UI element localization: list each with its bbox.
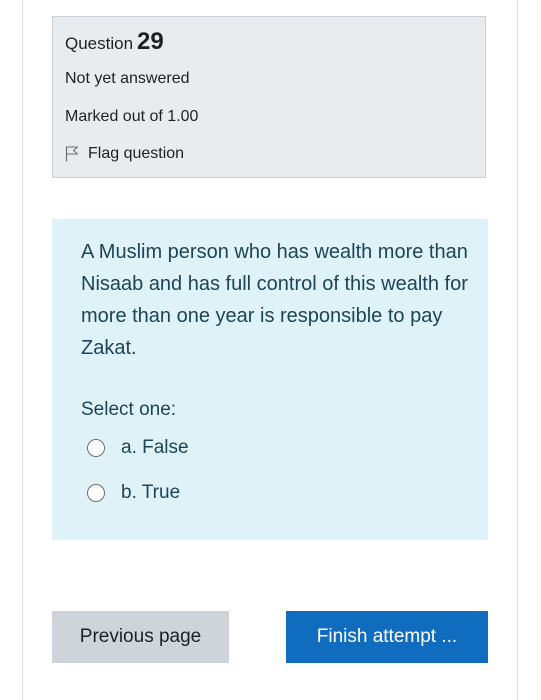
question-info-panel: Question 29 Not yet answered Marked out o… bbox=[52, 16, 486, 178]
question-number-heading: Question 29 bbox=[65, 28, 164, 56]
question-label: Question bbox=[65, 34, 134, 53]
frame-left-border bbox=[22, 0, 23, 700]
answer-label-false: a. False bbox=[121, 437, 189, 458]
flag-question-label: Flag question bbox=[88, 145, 185, 162]
radio-button-true[interactable] bbox=[87, 484, 105, 502]
frame-right-border bbox=[517, 0, 518, 700]
select-one-prompt: Select one: bbox=[81, 399, 177, 420]
answer-option-false[interactable]: a. False bbox=[87, 437, 189, 459]
flag-outline-icon bbox=[65, 146, 79, 162]
answer-option-true[interactable]: b. True bbox=[87, 482, 180, 504]
question-number: 29 bbox=[137, 28, 164, 55]
quiz-page: Question 29 Not yet answered Marked out o… bbox=[0, 0, 541, 700]
finish-attempt-button[interactable]: Finish attempt ... bbox=[286, 611, 488, 663]
flag-question-link[interactable]: Flag question bbox=[65, 145, 184, 163]
radio-button-false[interactable] bbox=[87, 439, 105, 457]
previous-page-button[interactable]: Previous page bbox=[52, 611, 229, 663]
question-content-panel: A Muslim person who has wealth more than… bbox=[52, 219, 488, 540]
question-grade: Marked out of 1.00 bbox=[65, 108, 199, 125]
question-text: A Muslim person who has wealth more than… bbox=[81, 241, 468, 359]
question-state: Not yet answered bbox=[65, 70, 190, 87]
answer-label-true: b. True bbox=[121, 482, 181, 503]
